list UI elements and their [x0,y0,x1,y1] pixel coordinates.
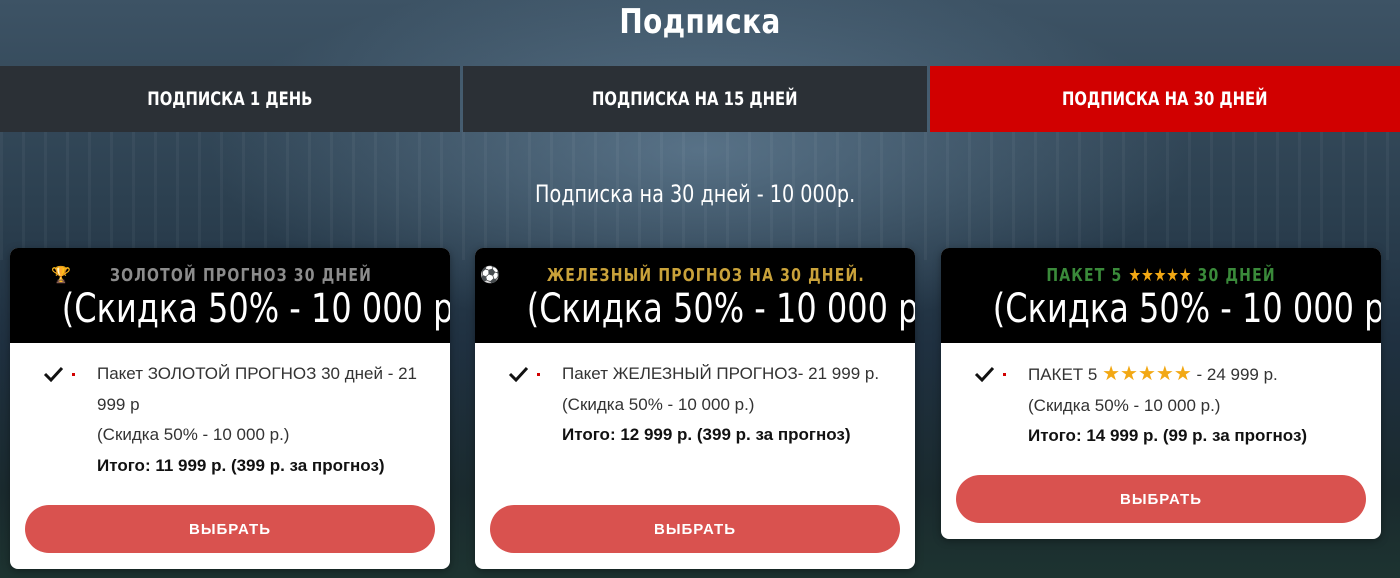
card-header: ⚽ ЖЕЛЕЗНЫЙ ПРОГНОЗ НА 30 ДНЕЙ. (Скидка 5… [475,248,915,343]
total-line: Итого: 14 999 р. (99 р. за прогноз) [1028,426,1308,445]
tab-1-day[interactable]: ПОДПИСКА 1 ДЕНЬ [0,66,460,132]
select-button[interactable]: ВЫБРАТЬ [490,505,900,553]
bullet-dot [72,373,75,376]
page-title: Подписка [619,2,781,42]
card-header: 🏆 ЗОЛОТОЙ ПРОГНОЗ 30 ДНЕЙ (Скидка 50% - … [10,248,450,343]
card-price-text: (Скидка 50% - 10 000 р.) [992,286,1381,332]
tab-label: ПОДПИСКА НА 15 ДНЕЙ [592,88,798,110]
bullet-dot [537,373,540,376]
card-description: ПАКЕТ 5 ★★★★★ - 24 999 р. (Скидка 50% - … [1028,359,1373,452]
total-line: Итого: 11 999 р. (399 р. за прогноз) [97,455,385,475]
subscription-subtitle: Подписка на 30 дней - 10 000р. [0,180,1390,208]
soccer-ball-icon: ⚽ [480,267,501,284]
plan-card-gold: 🏆 ЗОЛОТОЙ ПРОГНОЗ 30 ДНЕЙ (Скидка 50% - … [10,248,450,569]
check-icon [508,366,529,383]
card-label: ⚽ ЖЕЛЕЗНЫЙ ПРОГНОЗ НА 30 ДНЕЙ. [475,262,915,288]
select-button[interactable]: ВЫБРАТЬ [25,505,435,553]
card-label-text: ПАКЕТ 5 ★★★★★ 30 ДНЕЙ [1046,265,1275,286]
trophy-icon: 🏆 [51,267,71,284]
bullet-dot [1003,373,1006,376]
select-button[interactable]: ВЫБРАТЬ [956,475,1366,523]
discount-line: (Скидка 50% - 10 000 р.) [97,425,290,444]
subtitle-text: Подписка на 30 дней - 10 000р. [534,180,856,208]
card-label-text: ЗОЛОТОЙ ПРОГНОЗ 30 ДНЕЙ [109,264,372,286]
card-label-text: ЖЕЛЕЗНЫЙ ПРОГНОЗ НА 30 ДНЕЙ. [546,264,865,286]
card-header: ПАКЕТ 5 ★★★★★ 30 ДНЕЙ (Скидка 50% - 10 0… [941,248,1381,343]
total-line: Итого: 12 999 р. (399 р. за прогноз) [562,425,851,444]
star-icon: ★★★★★ [1128,264,1192,286]
card-price-text: (Скидка 50% - 10 000 р.) [61,286,450,332]
plan-card-iron: ⚽ ЖЕЛЕЗНЫЙ ПРОГНОЗ НА 30 ДНЕЙ. (Скидка 5… [475,248,915,569]
card-price: (Скидка 50% - 10 000 р.) [941,286,1381,332]
package-line: Пакет ЗОЛОТОЙ ПРОГНОЗ 30 дней - 21 999 р [97,364,417,414]
card-label: ПАКЕТ 5 ★★★★★ 30 ДНЕЙ [941,262,1381,288]
package-price: - 24 999 р. [1196,365,1278,384]
check-icon [974,366,995,383]
discount-line: (Скидка 50% - 10 000 р.) [562,394,755,414]
check-icon [43,366,64,383]
package-line: Пакет ЖЕЛЕЗНЫЙ ПРОГНОЗ- 21 999 р. [562,364,880,383]
card-price: (Скидка 50% - 10 000 р.) [475,286,915,332]
card-price: (Скидка 50% - 10 000 р.) [10,286,450,332]
package-line: ПАКЕТ 5 ★★★★★ - 24 999 р. [1028,359,1373,391]
plan-card-5-stars: ПАКЕТ 5 ★★★★★ 30 ДНЕЙ (Скидка 50% - 10 0… [941,248,1381,539]
tab-15-days[interactable]: ПОДПИСКА НА 15 ДНЕЙ [463,66,927,132]
package-prefix: ПАКЕТ 5 [1028,365,1098,384]
subscription-tabs: ПОДПИСКА 1 ДЕНЬ ПОДПИСКА НА 15 ДНЕЙ ПОДП… [0,66,1400,132]
card-description: Пакет ЖЕЛЕЗНЫЙ ПРОГНОЗ- 21 999 р. (Скидк… [562,359,907,451]
tab-30-days[interactable]: ПОДПИСКА НА 30 ДНЕЙ [930,66,1400,132]
card-label: 🏆 ЗОЛОТОЙ ПРОГНОЗ 30 ДНЕЙ [10,262,450,288]
tab-label: ПОДПИСКА 1 ДЕНЬ [147,88,313,110]
tab-label: ПОДПИСКА НА 30 ДНЕЙ [1062,88,1268,110]
label-prefix: ПАКЕТ 5 [1046,264,1123,286]
star-icon: ★★★★★ [1102,363,1192,385]
label-suffix: 30 ДНЕЙ [1197,264,1276,286]
card-description: Пакет ЗОЛОТОЙ ПРОГНОЗ 30 дней - 21 999 р… [97,359,442,481]
discount-line: (Скидка 50% - 10 000 р.) [1028,395,1221,415]
card-price-text: (Скидка 50% - 10 000 р.) [526,286,915,332]
